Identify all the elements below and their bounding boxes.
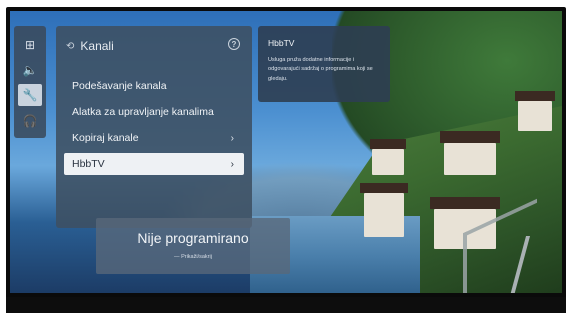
menu-item-label: Podešavanje kanala: [72, 80, 167, 92]
back-arrow-icon[interactable]: ⟲: [66, 41, 74, 52]
settings-sidebar: ⊞ 🔈 🔧 🎧: [14, 26, 46, 138]
background-roof: [440, 131, 500, 143]
chevron-right-icon: ›: [230, 132, 234, 144]
info-panel: HbbTV Usluga pruža dodatne informacije i…: [258, 26, 390, 102]
background-house: [364, 193, 404, 237]
channels-menu: ⟲ Kanali ? Podešavanje kanala Alatka za …: [56, 26, 252, 228]
show-hide-hint[interactable]: — Prikaži/sakrij: [96, 254, 290, 260]
background-house: [444, 143, 496, 175]
info-description: Usluga pruža dodatne informacije i odgov…: [268, 57, 373, 82]
menu-item-copy-channels[interactable]: Kopiraj kanale ›: [64, 127, 244, 149]
info-title: HbbTV: [268, 38, 295, 48]
background-roof: [360, 183, 408, 193]
background-roof: [370, 139, 406, 149]
menu-item-channel-manager[interactable]: Alatka za upravljanje kanalima: [64, 101, 244, 123]
background-house: [372, 149, 404, 175]
wrench-icon[interactable]: 🔧: [18, 84, 42, 106]
not-programmed-overlay: Nije programirano — Prikaži/sakrij: [96, 218, 290, 274]
menu-item-label: Kopiraj kanale: [72, 132, 139, 144]
help-icon[interactable]: ?: [228, 38, 240, 50]
background-roof: [430, 197, 500, 209]
chevron-right-icon: ›: [230, 158, 234, 170]
headphones-icon[interactable]: 🎧: [18, 110, 42, 132]
background-roof: [515, 91, 555, 101]
sound-icon[interactable]: 🔈: [18, 59, 42, 81]
menu-item-label: Alatka za upravljanje kanalima: [72, 106, 214, 118]
menu-item-label: HbbTV: [72, 158, 105, 170]
picture-icon[interactable]: ⊞: [18, 34, 42, 56]
background-house: [518, 101, 552, 131]
menu-item-hbbtv[interactable]: HbbTV ›: [64, 153, 244, 175]
not-programmed-title: Nije programirano: [137, 230, 249, 246]
menu-title: Kanali: [80, 39, 114, 53]
menu-header[interactable]: ⟲ Kanali: [66, 38, 114, 54]
tv-bezel-bottom: [6, 297, 566, 313]
menu-item-channel-setup[interactable]: Podešavanje kanala: [64, 75, 244, 97]
